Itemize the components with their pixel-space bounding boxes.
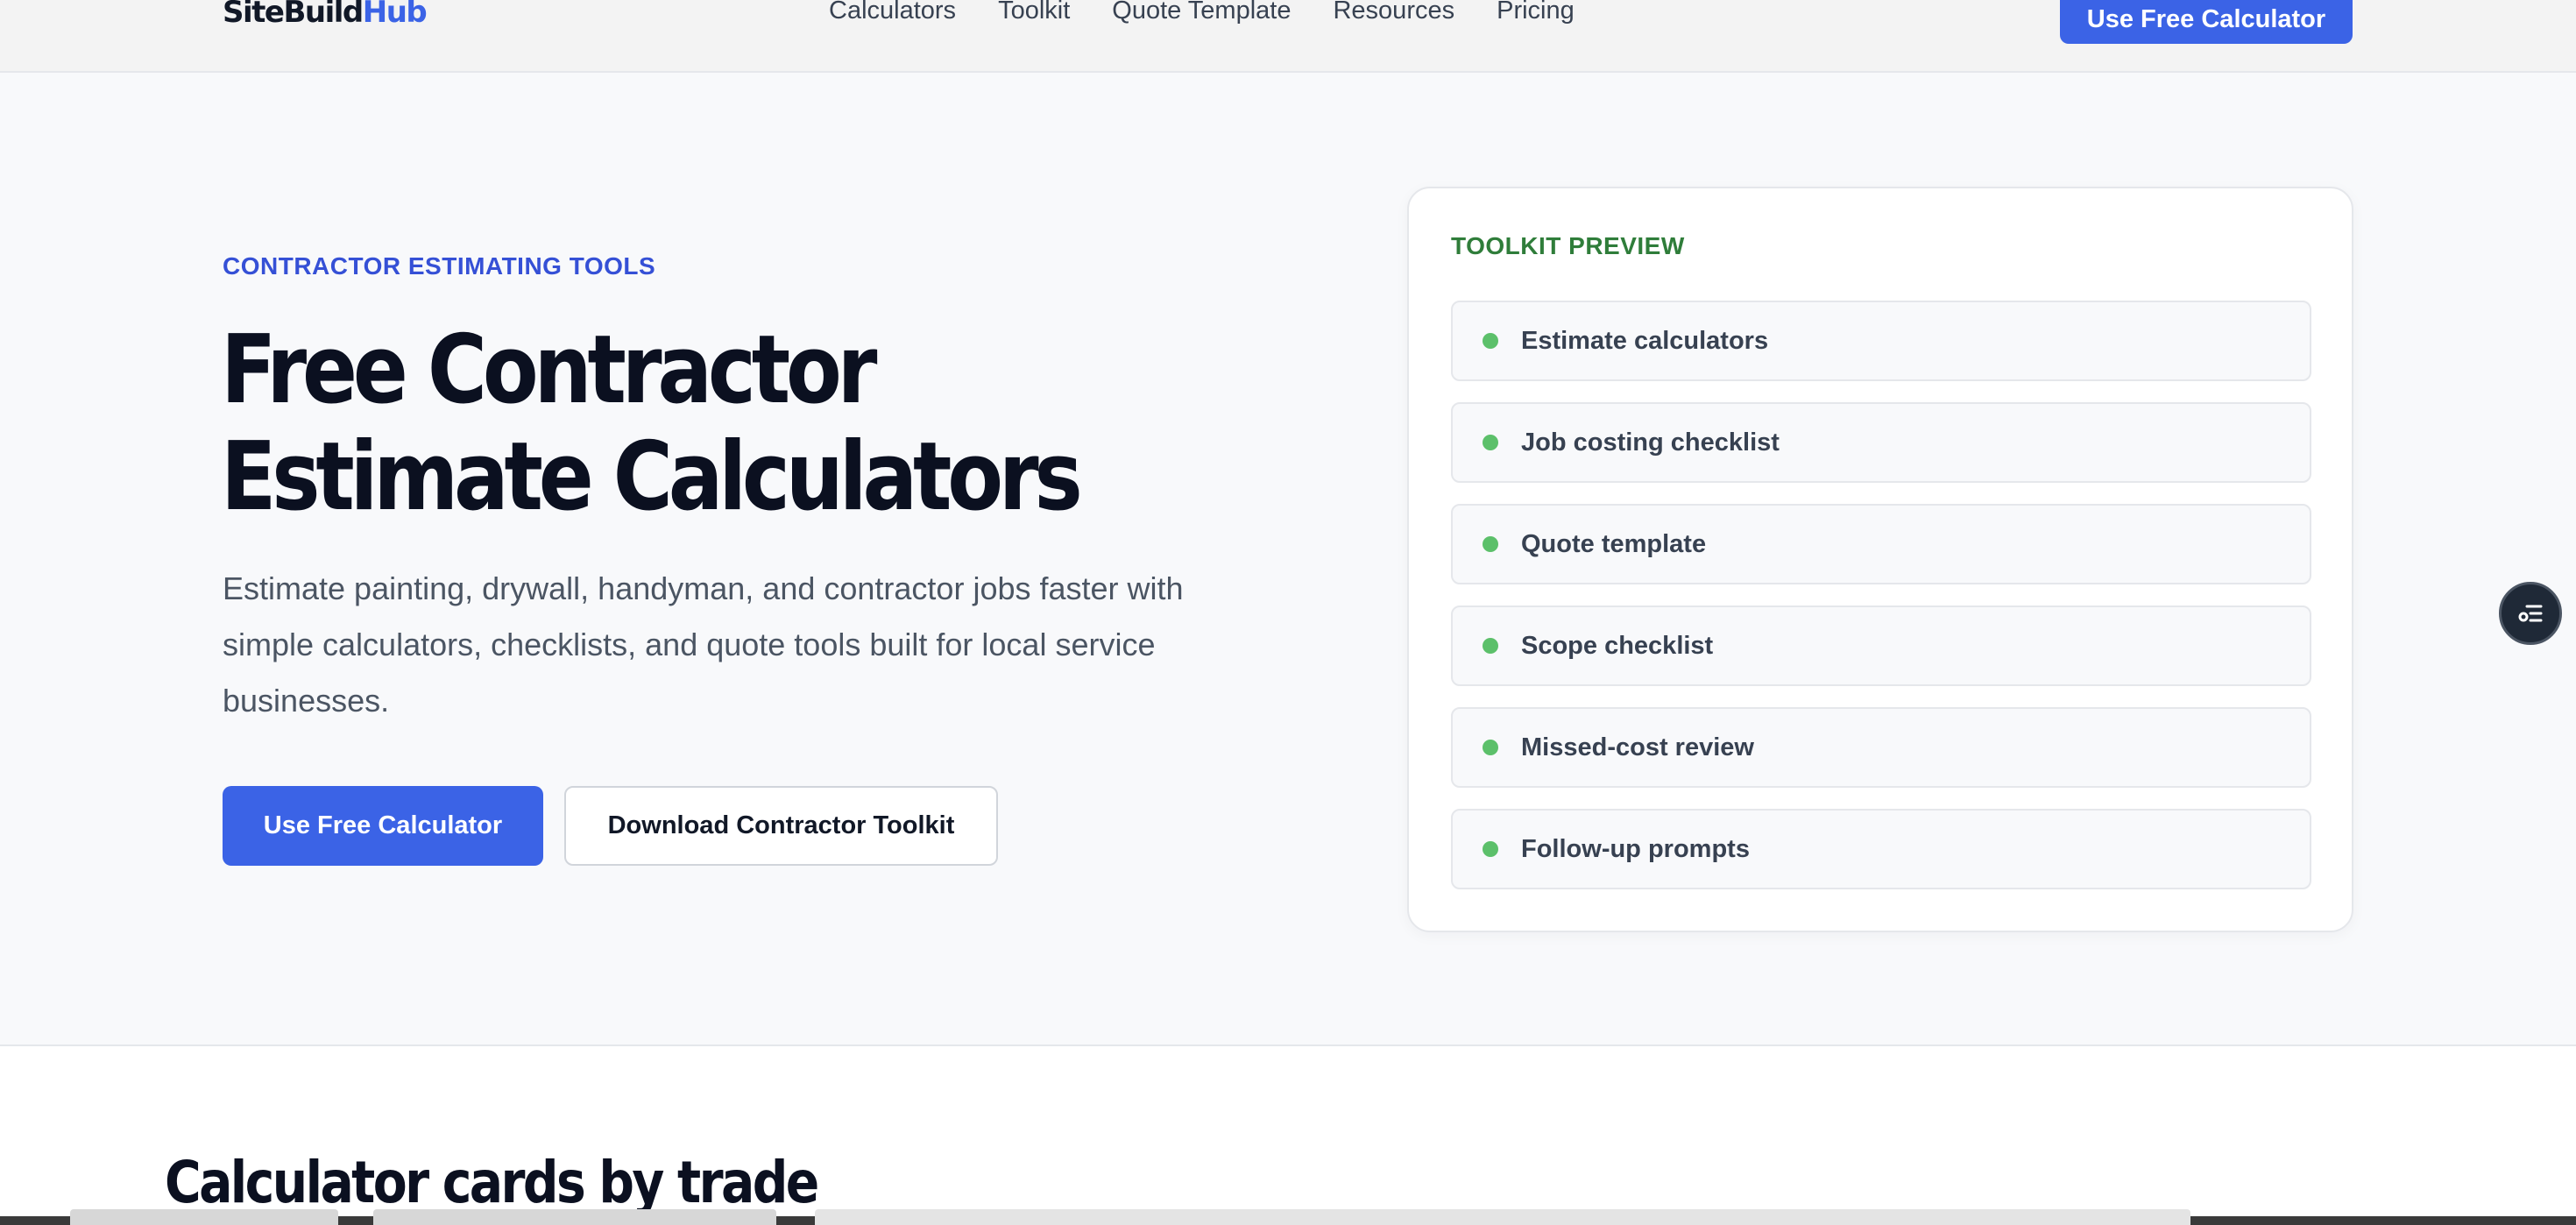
nav-link-quote-template[interactable]: Quote Template [1112, 0, 1291, 26]
toolkit-preview-label: TOOLKIT PREVIEW [1451, 232, 1685, 259]
green-dot-icon [1483, 435, 1498, 450]
floating-menu-button[interactable] [2499, 582, 2562, 645]
download-toolkit-button[interactable]: Download Contractor Toolkit [564, 786, 998, 866]
use-free-calculator-button[interactable]: Use Free Calculator [223, 786, 543, 866]
list-item: Job costing checklist [1451, 402, 2311, 483]
list-item: Scope checklist [1451, 605, 2311, 686]
toolkit-preview-card: TOOLKIT PREVIEW Estimate calculators Job… [1407, 187, 2353, 932]
partial-card [815, 1209, 2190, 1225]
partial-card [373, 1209, 776, 1225]
nav-link-resources[interactable]: Resources [1333, 0, 1454, 26]
list-item-label: Scope checklist [1521, 631, 1714, 660]
green-dot-icon [1483, 740, 1498, 755]
hero-eyebrow: CONTRACTOR ESTIMATING TOOLS [223, 252, 656, 280]
section-title: Calculator cards by trade [165, 1149, 819, 1216]
logo-accent-text: Hub [362, 0, 428, 30]
list-item-label: Quote template [1521, 529, 1707, 558]
hero-title: Free Contractor Estimate Calculators [221, 315, 1083, 532]
nav-link-calculators[interactable]: Calculators [829, 0, 956, 26]
list-item-label: Job costing checklist [1521, 428, 1780, 457]
list-item: Follow-up prompts [1451, 809, 2311, 889]
partial-card [70, 1209, 338, 1225]
list-item: Missed-cost review [1451, 707, 2311, 788]
green-dot-icon [1483, 638, 1498, 654]
main-nav: Calculators Toolkit Quote Template Resou… [829, 0, 1575, 26]
green-dot-icon [1483, 333, 1498, 349]
nav-link-toolkit[interactable]: Toolkit [998, 0, 1070, 26]
header-cta-button[interactable]: Use Free Calculator [2060, 0, 2353, 44]
green-dot-icon [1483, 536, 1498, 552]
list-item-label: Missed-cost review [1521, 733, 1754, 761]
list-item: Estimate calculators [1451, 301, 2311, 381]
list-settings-icon [2518, 605, 2543, 622]
site-logo[interactable]: SiteBuildHub [223, 0, 428, 30]
logo-text: SiteBuild [223, 0, 364, 30]
site-header: SiteBuildHub Calculators Toolkit Quote T… [0, 0, 2576, 73]
green-dot-icon [1483, 841, 1498, 857]
toolkit-preview-list: Estimate calculators Job costing checkli… [1451, 301, 2311, 910]
list-item-label: Follow-up prompts [1521, 834, 1750, 863]
hero-subtitle: Estimate painting, drywall, handyman, an… [223, 570, 1184, 719]
nav-link-pricing[interactable]: Pricing [1497, 0, 1575, 26]
list-item-label: Estimate calculators [1521, 326, 1769, 355]
list-item: Quote template [1451, 504, 2311, 584]
